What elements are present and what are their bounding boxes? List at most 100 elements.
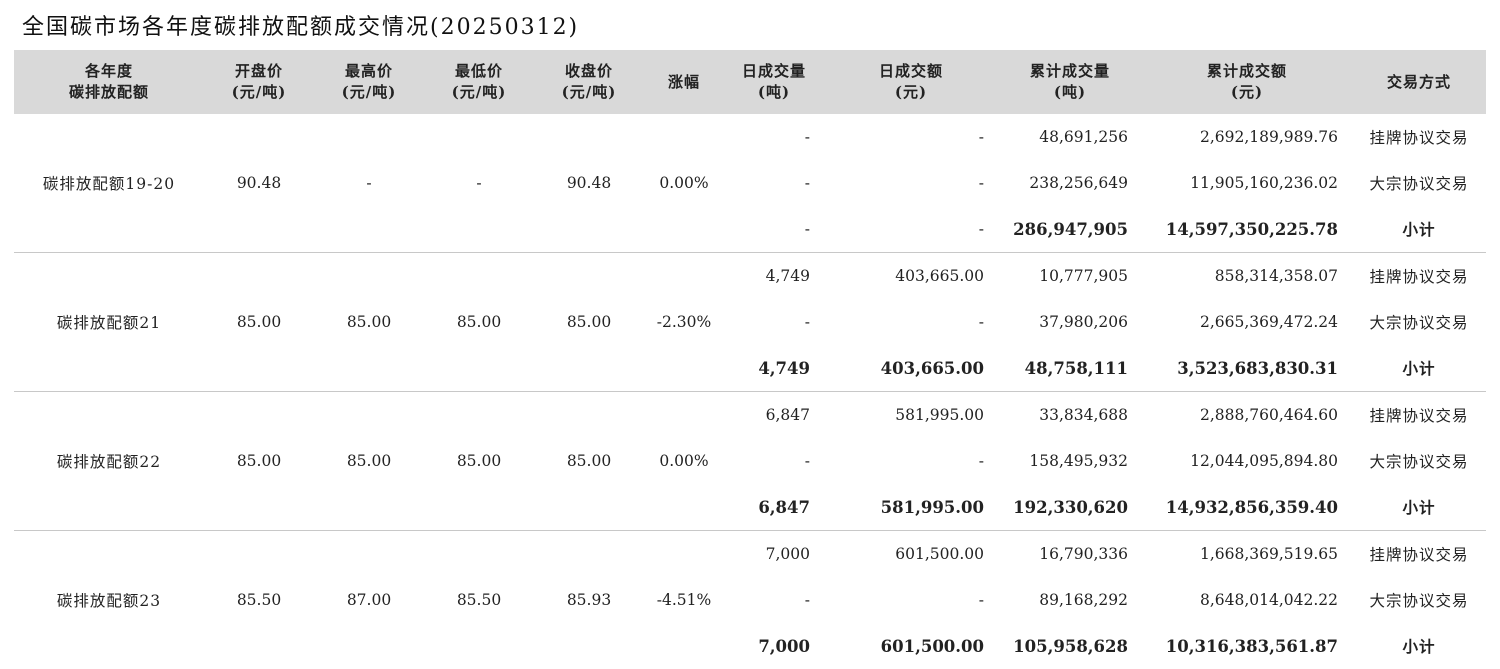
daily-amount: 403,665.00	[824, 345, 998, 392]
high-price: 85.00	[314, 253, 424, 392]
price-change: -2.30%	[644, 253, 724, 392]
header-daily-amount: 日成交额(元)	[824, 50, 998, 114]
daily-amount: 581,995.00	[824, 392, 998, 439]
table-row: 碳排放配额21 85.00 85.00 85.00 85.00 -2.30% 4…	[14, 253, 1486, 300]
header-quota: 各年度碳排放配额	[14, 50, 204, 114]
daily-amount: -	[824, 577, 998, 623]
trade-method: 挂牌协议交易	[1352, 253, 1486, 300]
trade-method: 大宗协议交易	[1352, 577, 1486, 623]
close-price: 85.00	[534, 253, 644, 392]
cum-amount: 2,665,369,472.24	[1142, 299, 1352, 345]
price-change: -4.51%	[644, 531, 724, 669]
cum-volume: 89,168,292	[998, 577, 1142, 623]
open-price: 85.50	[204, 531, 314, 669]
daily-volume: 4,749	[724, 253, 824, 300]
daily-volume: -	[724, 299, 824, 345]
trade-method: 小计	[1352, 623, 1486, 669]
low-price: 85.00	[424, 392, 534, 531]
daily-volume: 6,847	[724, 484, 824, 531]
quota-name: 碳排放配额21	[14, 253, 204, 392]
carbon-quota-table: 各年度碳排放配额 开盘价(元/吨) 最高价(元/吨) 最低价(元/吨) 收盘价(…	[14, 50, 1486, 669]
cum-amount: 10,316,383,561.87	[1142, 623, 1352, 669]
trade-method: 挂牌协议交易	[1352, 392, 1486, 439]
cum-amount: 11,905,160,236.02	[1142, 160, 1352, 206]
cum-volume: 37,980,206	[998, 299, 1142, 345]
quota-name: 碳排放配额22	[14, 392, 204, 531]
cum-volume: 10,777,905	[998, 253, 1142, 300]
cum-amount: 1,668,369,519.65	[1142, 531, 1352, 578]
price-change: 0.00%	[644, 392, 724, 531]
trade-method: 大宗协议交易	[1352, 438, 1486, 484]
quota-name: 碳排放配额19-20	[14, 114, 204, 253]
high-price: 87.00	[314, 531, 424, 669]
cum-amount: 2,888,760,464.60	[1142, 392, 1352, 439]
daily-volume: -	[724, 577, 824, 623]
daily-amount: -	[824, 160, 998, 206]
header-open: 开盘价(元/吨)	[204, 50, 314, 114]
cum-volume: 16,790,336	[998, 531, 1142, 578]
cum-volume: 48,691,256	[998, 114, 1142, 160]
trade-method: 小计	[1352, 484, 1486, 531]
daily-amount: 403,665.00	[824, 253, 998, 300]
daily-volume: -	[724, 206, 824, 253]
cum-volume: 158,495,932	[998, 438, 1142, 484]
daily-amount: 581,995.00	[824, 484, 998, 531]
table-row: 碳排放配额23 85.50 87.00 85.50 85.93 -4.51% 7…	[14, 531, 1486, 578]
daily-amount: -	[824, 438, 998, 484]
daily-volume: -	[724, 114, 824, 160]
header-low: 最低价(元/吨)	[424, 50, 534, 114]
cum-volume: 238,256,649	[998, 160, 1142, 206]
daily-volume: -	[724, 160, 824, 206]
header-change: 涨幅	[644, 50, 724, 114]
trade-method: 小计	[1352, 345, 1486, 392]
trade-method: 挂牌协议交易	[1352, 114, 1486, 160]
cum-amount: 2,692,189,989.76	[1142, 114, 1352, 160]
cum-volume: 286,947,905	[998, 206, 1142, 253]
cum-amount: 14,597,350,225.78	[1142, 206, 1352, 253]
cum-amount: 12,044,095,894.80	[1142, 438, 1352, 484]
close-price: 85.00	[534, 392, 644, 531]
high-price: -	[314, 114, 424, 253]
daily-amount: 601,500.00	[824, 531, 998, 578]
cum-volume: 105,958,628	[998, 623, 1142, 669]
price-change: 0.00%	[644, 114, 724, 253]
daily-amount: -	[824, 299, 998, 345]
table-row: 碳排放配额19-20 90.48 - - 90.48 0.00% - - 48,…	[14, 114, 1486, 160]
header-cum-volume: 累计成交量(吨)	[998, 50, 1142, 114]
cum-amount: 3,523,683,830.31	[1142, 345, 1352, 392]
trade-method: 挂牌协议交易	[1352, 531, 1486, 578]
open-price: 85.00	[204, 392, 314, 531]
header-high: 最高价(元/吨)	[314, 50, 424, 114]
daily-volume: 6,847	[724, 392, 824, 439]
cum-volume: 48,758,111	[998, 345, 1142, 392]
table-header: 各年度碳排放配额 开盘价(元/吨) 最高价(元/吨) 最低价(元/吨) 收盘价(…	[14, 50, 1486, 114]
header-close: 收盘价(元/吨)	[534, 50, 644, 114]
table-body: 碳排放配额19-20 90.48 - - 90.48 0.00% - - 48,…	[14, 114, 1486, 669]
low-price: -	[424, 114, 534, 253]
cum-volume: 33,834,688	[998, 392, 1142, 439]
quota-name: 碳排放配额23	[14, 531, 204, 669]
header-cum-amount: 累计成交额(元)	[1142, 50, 1352, 114]
daily-volume: -	[724, 438, 824, 484]
daily-volume: 4,749	[724, 345, 824, 392]
cum-amount: 8,648,014,042.22	[1142, 577, 1352, 623]
daily-volume: 7,000	[724, 623, 824, 669]
table-row: 碳排放配额22 85.00 85.00 85.00 85.00 0.00% 6,…	[14, 392, 1486, 439]
close-price: 85.93	[534, 531, 644, 669]
cum-volume: 192,330,620	[998, 484, 1142, 531]
daily-amount: -	[824, 114, 998, 160]
trade-method: 小计	[1352, 206, 1486, 253]
daily-volume: 7,000	[724, 531, 824, 578]
header-daily-volume: 日成交量(吨)	[724, 50, 824, 114]
page-title: 全国碳市场各年度碳排放配额成交情况(20250312)	[22, 9, 579, 41]
open-price: 85.00	[204, 253, 314, 392]
open-price: 90.48	[204, 114, 314, 253]
cum-amount: 14,932,856,359.40	[1142, 484, 1352, 531]
high-price: 85.00	[314, 392, 424, 531]
close-price: 90.48	[534, 114, 644, 253]
daily-amount: -	[824, 206, 998, 253]
cum-amount: 858,314,358.07	[1142, 253, 1352, 300]
header-method: 交易方式	[1352, 50, 1486, 114]
trade-method: 大宗协议交易	[1352, 299, 1486, 345]
trade-method: 大宗协议交易	[1352, 160, 1486, 206]
